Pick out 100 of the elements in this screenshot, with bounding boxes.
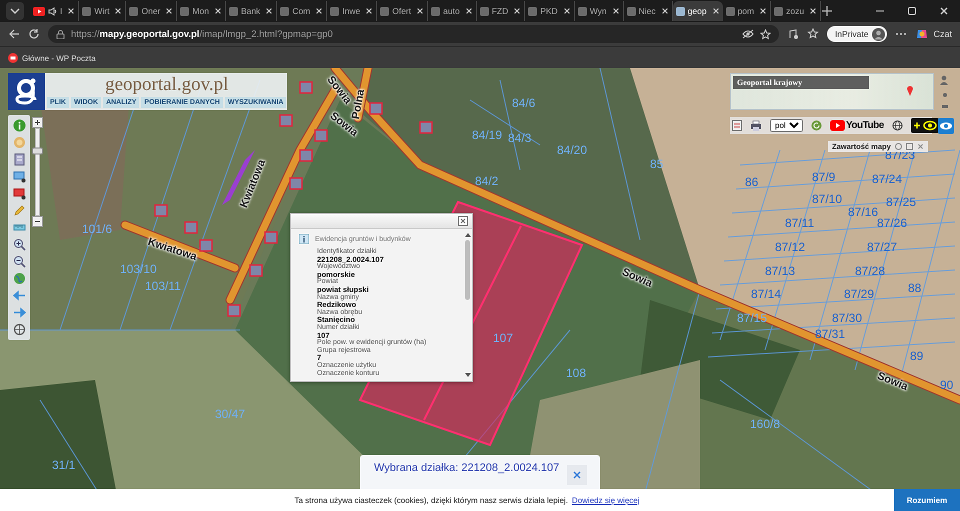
building-outline	[419, 121, 433, 134]
site-icon	[82, 6, 92, 16]
eye-icon[interactable]	[938, 118, 954, 134]
dot-icon[interactable]	[943, 93, 947, 97]
close-icon[interactable]	[513, 7, 522, 15]
overview-map[interactable]: Geoportal krajowy	[730, 73, 934, 110]
reload-icon[interactable]	[28, 28, 40, 40]
language-select[interactable]: pol	[770, 119, 803, 132]
profile-button[interactable]: InPrivate	[826, 26, 888, 42]
scroll-up-icon[interactable]	[464, 233, 470, 237]
bookmark-link[interactable]: Główne - WP Poczta	[8, 53, 96, 63]
close-icon[interactable]	[464, 7, 473, 15]
plus-eye-icon[interactable]	[910, 118, 939, 133]
new-tab-icon[interactable]	[821, 5, 834, 17]
favorites-icon[interactable]	[806, 28, 819, 40]
user-settings-icon[interactable]	[940, 75, 950, 85]
back-arrow-icon[interactable]	[8, 28, 20, 40]
close-icon[interactable]	[458, 216, 468, 226]
close-icon[interactable]	[759, 7, 768, 15]
star-icon[interactable]	[760, 28, 771, 40]
browser-tab[interactable]: FZD	[476, 1, 526, 21]
close-icon[interactable]	[712, 7, 720, 15]
parcel-number-label: 87/13	[765, 264, 796, 278]
parcel-number-label: 90	[940, 378, 954, 392]
close-icon[interactable]	[562, 7, 571, 15]
browser-tab[interactable]: Niec	[624, 1, 673, 21]
zoom-slider-track[interactable]	[35, 128, 40, 216]
scroll-down-icon[interactable]	[464, 373, 470, 377]
site-icon	[676, 6, 685, 16]
info-icon[interactable]	[12, 119, 26, 132]
tab-list-icon[interactable]	[6, 2, 24, 20]
parcel-number-label: 87/12	[775, 240, 806, 254]
select-area-icon[interactable]	[12, 170, 26, 183]
browser-tab[interactable]: PKD	[525, 1, 575, 21]
close-icon[interactable]	[214, 7, 222, 15]
close-icon[interactable]	[114, 7, 122, 15]
printer-icon[interactable]	[750, 120, 762, 131]
close-icon[interactable]	[612, 7, 620, 15]
parcel-number-label: 87/29	[844, 287, 874, 301]
browser-tab[interactable]: Oner	[126, 1, 178, 21]
document-icon[interactable]	[732, 120, 742, 131]
browser-tab[interactable]: Bank	[226, 1, 278, 21]
scrollbar-thumb[interactable]	[465, 240, 470, 300]
refresh-icon[interactable]	[811, 120, 822, 131]
browser-tab[interactable]: geop	[672, 1, 723, 21]
chat-button[interactable]: Czat	[915, 27, 952, 41]
browser-tab[interactable]: Wyn	[574, 1, 624, 21]
zoom-out-icon[interactable]	[12, 255, 26, 268]
learn-more-link[interactable]: Dowiedz się więcej	[572, 496, 640, 504]
parcel-number-label: 31/1	[52, 458, 76, 472]
site-icon	[726, 6, 735, 16]
browser-tab[interactable]: Inwe	[327, 1, 378, 21]
close-icon[interactable]	[315, 7, 324, 15]
maximize-icon[interactable]	[906, 143, 913, 150]
close-icon[interactable]	[165, 7, 174, 15]
close-button[interactable]	[567, 465, 588, 485]
site-icon	[180, 6, 190, 16]
site-icon	[330, 6, 340, 16]
mail-logo-icon	[8, 53, 18, 63]
close-icon[interactable]	[938, 5, 950, 17]
address-field[interactable]: https://mapy.geoportal.gov.pl/imap/lmgp_2.html?gpmap=gp0	[48, 25, 779, 43]
layer-page-icon[interactable]	[12, 153, 26, 166]
copilot-icon	[915, 27, 930, 41]
browser-tab[interactable]: Com	[277, 1, 328, 21]
music-settings-icon[interactable]	[786, 28, 799, 40]
browser-tab[interactable]: I	[30, 1, 80, 21]
close-icon[interactable]	[416, 7, 424, 15]
help-icon[interactable]	[894, 143, 902, 150]
restore-icon[interactable]	[906, 5, 918, 17]
eye-off-icon[interactable]	[742, 29, 754, 39]
zoom-in-icon[interactable]	[32, 117, 43, 128]
video-link[interactable]: YouTube	[830, 120, 884, 131]
browser-tab[interactable]: Mon	[177, 1, 226, 21]
browser-tab[interactable]: pom	[722, 1, 772, 21]
video-play-icon	[33, 6, 45, 16]
compass-icon[interactable]	[12, 323, 26, 336]
pencil-icon[interactable]	[12, 204, 26, 217]
parcel-number-label: 84/6	[512, 96, 536, 110]
parcel-number-label: 87/25	[886, 195, 916, 209]
forward-arrow-icon[interactable]	[12, 306, 26, 319]
parcel-number-label: 84/2	[475, 174, 498, 188]
close-icon[interactable]	[265, 7, 274, 15]
globe-icon[interactable]	[892, 120, 903, 131]
close-icon[interactable]	[365, 7, 374, 15]
clear-selection-icon[interactable]	[12, 187, 26, 200]
close-icon[interactable]	[67, 7, 76, 15]
browser-tab[interactable]: Wirt	[79, 1, 126, 21]
browser-tab[interactable]: Ofert	[377, 1, 428, 21]
browser-tab[interactable]: auto	[428, 1, 477, 21]
close-icon[interactable]	[809, 7, 818, 15]
close-icon[interactable]	[660, 7, 669, 15]
site-icon	[480, 6, 489, 16]
zoom-out-icon[interactable]	[32, 216, 43, 227]
zoom-in-icon[interactable]	[12, 238, 26, 251]
browser-tab[interactable]: zozu	[771, 1, 822, 21]
accept-button[interactable]: Rozumiem	[894, 489, 960, 511]
avatar-icon	[872, 28, 886, 40]
zoom-slider-thumb[interactable]	[32, 147, 43, 154]
parcel-number-label: 87/26	[877, 216, 908, 230]
building-outline	[227, 304, 241, 317]
